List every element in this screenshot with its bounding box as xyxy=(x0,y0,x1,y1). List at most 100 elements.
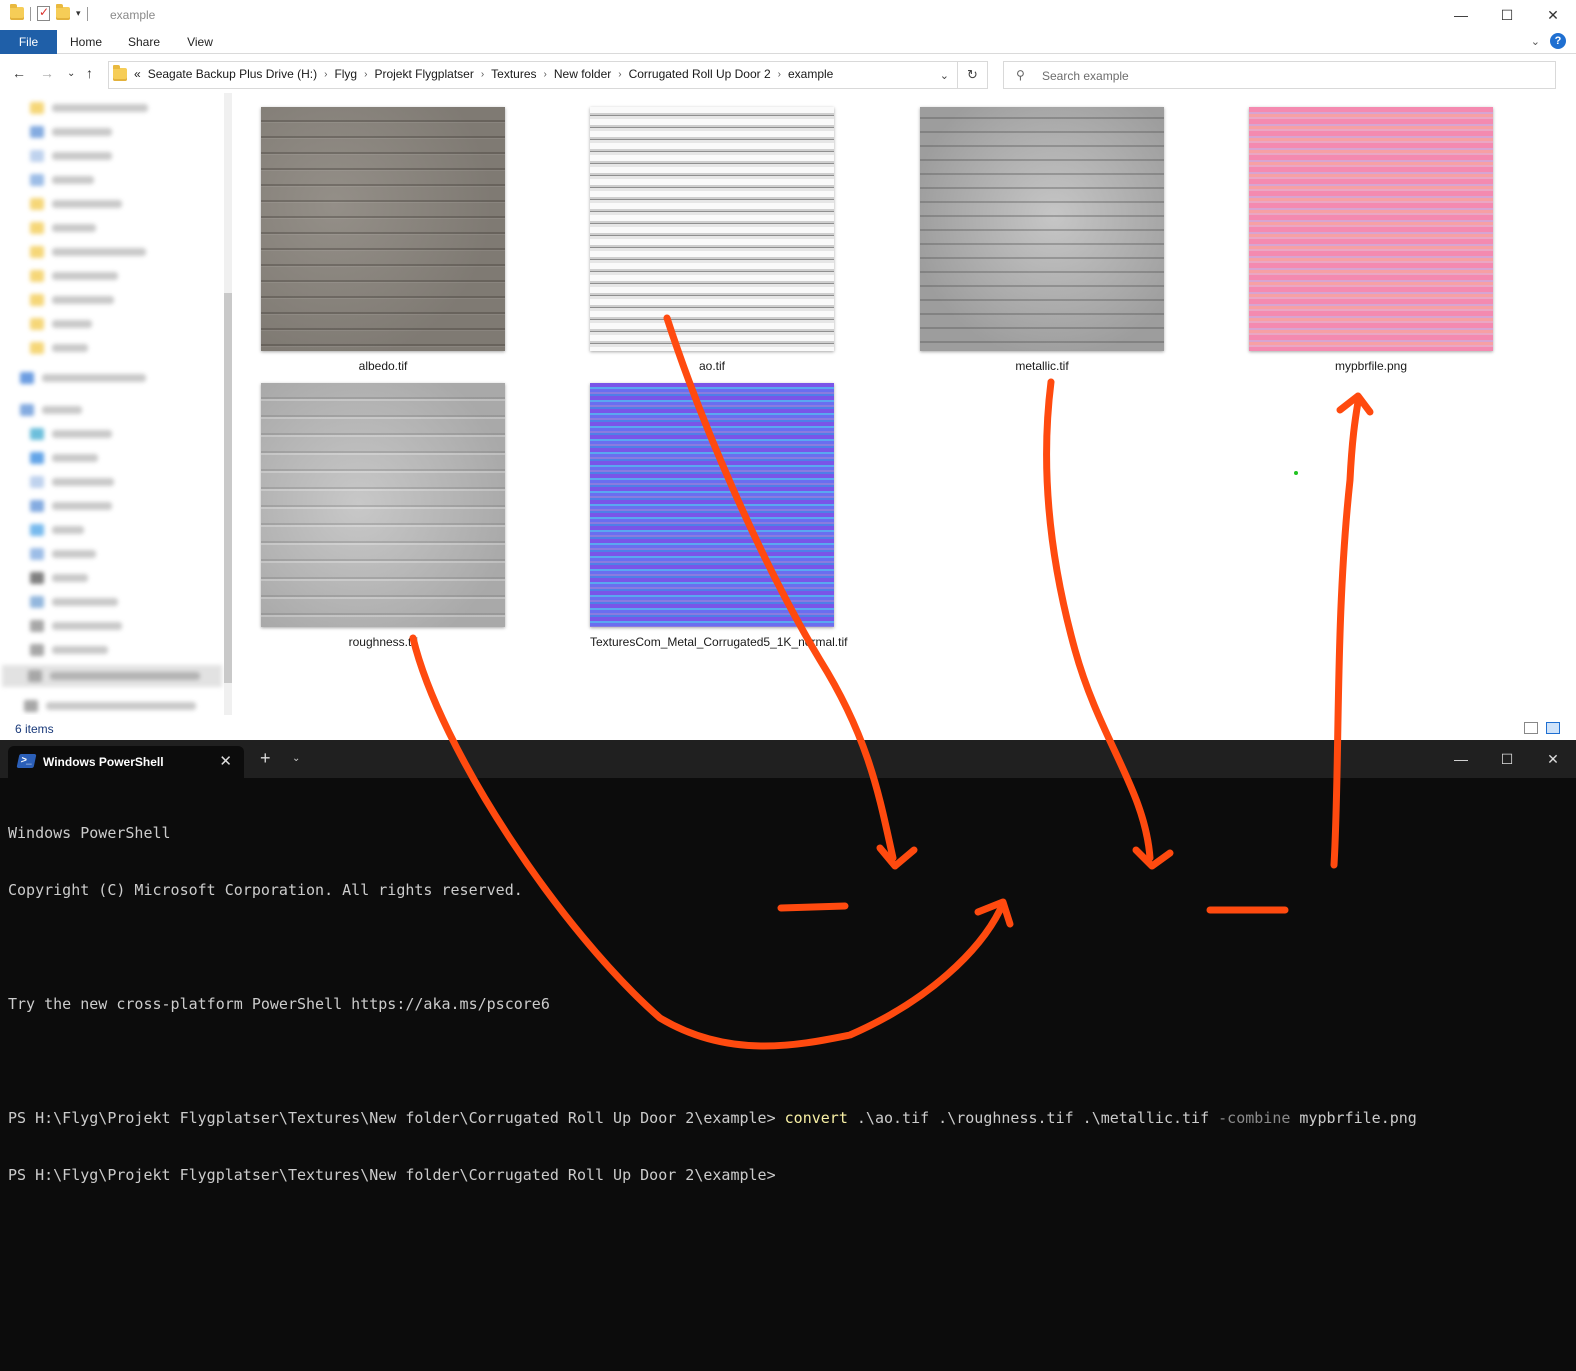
chevron-right-icon[interactable]: › xyxy=(481,69,484,80)
close-button[interactable]: ✕ xyxy=(1530,740,1576,778)
nav-tree-item[interactable] xyxy=(30,315,92,333)
documents-icon xyxy=(30,126,44,138)
breadcrumb-item[interactable]: Corrugated Roll Up Door 2 xyxy=(629,67,771,81)
breadcrumb-item[interactable]: Projekt Flygplatser xyxy=(374,67,473,81)
chevron-right-icon[interactable]: › xyxy=(778,69,781,80)
arrow-up-icon[interactable]: ↑ xyxy=(86,65,93,81)
file-item[interactable]: albedo.tif xyxy=(261,107,505,373)
nav-tree-item[interactable] xyxy=(30,339,88,357)
breadcrumb-item[interactable]: Seagate Backup Plus Drive (H:) xyxy=(148,67,317,81)
nav-tree-item[interactable] xyxy=(30,291,114,309)
nav-tree-item[interactable] xyxy=(30,497,112,515)
breadcrumb-item[interactable]: Textures xyxy=(491,67,536,81)
nav-tree-item[interactable] xyxy=(20,401,82,419)
terminal-line: Windows PowerShell xyxy=(8,824,171,842)
nav-tree-item[interactable] xyxy=(30,449,98,467)
expand-ribbon-icon[interactable]: ⌄ xyxy=(1531,35,1540,48)
close-button[interactable]: ✕ xyxy=(1530,0,1576,30)
address-bar[interactable]: « Seagate Backup Plus Drive (H:) › Flyg … xyxy=(108,61,988,89)
nav-tree-item[interactable] xyxy=(30,99,148,117)
details-view-icon[interactable] xyxy=(1524,722,1538,734)
scrollbar-thumb[interactable] xyxy=(224,293,232,683)
breadcrumb-item[interactable]: New folder xyxy=(554,67,611,81)
file-item[interactable]: ao.tif xyxy=(590,107,834,373)
nav-tree-item[interactable] xyxy=(30,569,88,587)
nav-tree-item-selected[interactable] xyxy=(2,665,222,687)
new-folder-icon[interactable] xyxy=(56,4,70,20)
nav-tree-item[interactable] xyxy=(30,521,84,539)
nav-tree-item[interactable] xyxy=(20,369,146,387)
terminal-output[interactable]: Windows PowerShell Copyright (C) Microso… xyxy=(8,786,1417,1223)
nav-tree-item[interactable] xyxy=(30,219,96,237)
chevron-right-icon[interactable]: › xyxy=(324,69,327,80)
command-line: PS H:\Flyg\Projekt Flygplatser\Textures\… xyxy=(8,1109,1417,1128)
chevron-down-icon[interactable]: ⌄ xyxy=(292,753,300,764)
file-thumbnail[interactable] xyxy=(1249,107,1493,351)
customize-toolbar-icon[interactable]: ▾ xyxy=(76,8,81,19)
nav-tree-item[interactable] xyxy=(30,243,146,261)
folder-icon xyxy=(30,198,44,210)
quick-access-toolbar: ▾ xyxy=(10,4,88,21)
nav-tree-item[interactable] xyxy=(30,123,112,141)
file-item[interactable]: roughness.tif xyxy=(261,383,505,649)
terminal-line: Try the new cross-platform PowerShell ht… xyxy=(8,995,550,1013)
recent-locations-icon[interactable]: ⌄ xyxy=(67,68,75,79)
chevron-right-icon[interactable]: › xyxy=(618,69,621,80)
file-item[interactable]: metallic.tif xyxy=(920,107,1164,373)
minimize-button[interactable]: — xyxy=(1438,0,1484,30)
tab-home[interactable]: Home xyxy=(60,30,112,54)
search-box[interactable]: ⚲ Search example xyxy=(1003,61,1556,89)
chevron-down-icon[interactable]: ⌄ xyxy=(940,69,949,82)
command-args: .\ao.tif .\roughness.tif .\metallic.tif xyxy=(847,1109,1219,1127)
nav-tree-item[interactable] xyxy=(24,697,196,715)
file-item[interactable]: mypbrfile.png xyxy=(1249,107,1493,373)
command-flag: -combine xyxy=(1218,1109,1291,1127)
nav-tree-item[interactable] xyxy=(30,473,114,491)
help-icon[interactable]: ? xyxy=(1550,33,1566,49)
nav-item-label xyxy=(52,104,148,112)
file-thumbnail[interactable] xyxy=(590,383,834,627)
nav-tree-item[interactable] xyxy=(30,171,94,189)
breadcrumb-item[interactable]: Flyg xyxy=(334,67,357,81)
properties-icon[interactable] xyxy=(37,5,50,21)
terminal-tab-bar: >_ Windows PowerShell ✕ + ⌄ — ☐ ✕ xyxy=(0,740,1576,778)
nav-tree-item[interactable] xyxy=(30,593,118,611)
refresh-icon[interactable]: ↻ xyxy=(957,62,987,88)
nav-tree-item[interactable] xyxy=(30,641,108,659)
maximize-button[interactable]: ☐ xyxy=(1484,0,1530,30)
large-icons-view-icon[interactable] xyxy=(1546,722,1560,734)
arrow-left-icon[interactable]: ← xyxy=(12,65,26,81)
search-input[interactable]: Search example xyxy=(1042,69,1129,83)
nav-tree-item[interactable] xyxy=(30,267,118,285)
chevron-right-icon[interactable]: › xyxy=(544,69,547,80)
file-thumbnail[interactable] xyxy=(261,107,505,351)
maximize-button[interactable]: ☐ xyxy=(1484,740,1530,778)
breadcrumb-item[interactable]: example xyxy=(788,67,833,81)
arrow-right-icon[interactable]: → xyxy=(40,65,54,81)
documents-icon xyxy=(30,150,44,162)
nav-tree-item[interactable] xyxy=(30,195,122,213)
terminal-tab[interactable]: >_ Windows PowerShell ✕ xyxy=(8,746,244,778)
nav-tree-item[interactable] xyxy=(30,545,96,563)
new-tab-icon[interactable]: + xyxy=(260,748,271,769)
tab-share[interactable]: Share xyxy=(118,30,170,54)
nav-tree-item[interactable] xyxy=(30,147,112,165)
nav-tree-item[interactable] xyxy=(30,617,122,635)
tab-file[interactable]: File xyxy=(0,30,57,54)
file-item[interactable]: TexturesCom_Metal_Corrugated5_1K_normal.… xyxy=(590,383,847,649)
nav-item-label xyxy=(52,430,112,438)
file-thumbnail[interactable] xyxy=(590,107,834,351)
nav-tree-item[interactable] xyxy=(30,425,112,443)
this-pc-icon xyxy=(20,404,34,416)
nav-item-label xyxy=(46,702,196,710)
minimize-button[interactable]: — xyxy=(1438,740,1484,778)
chevron-right-icon[interactable]: › xyxy=(364,69,367,80)
search-icon: ⚲ xyxy=(1016,68,1025,82)
breadcrumb-overflow[interactable]: « xyxy=(134,67,141,81)
nav-item-label xyxy=(52,622,122,630)
file-thumbnail[interactable] xyxy=(261,383,505,627)
tab-view[interactable]: View xyxy=(174,30,226,54)
pictures-icon xyxy=(30,174,44,186)
file-thumbnail[interactable] xyxy=(920,107,1164,351)
close-tab-icon[interactable]: ✕ xyxy=(219,752,232,770)
